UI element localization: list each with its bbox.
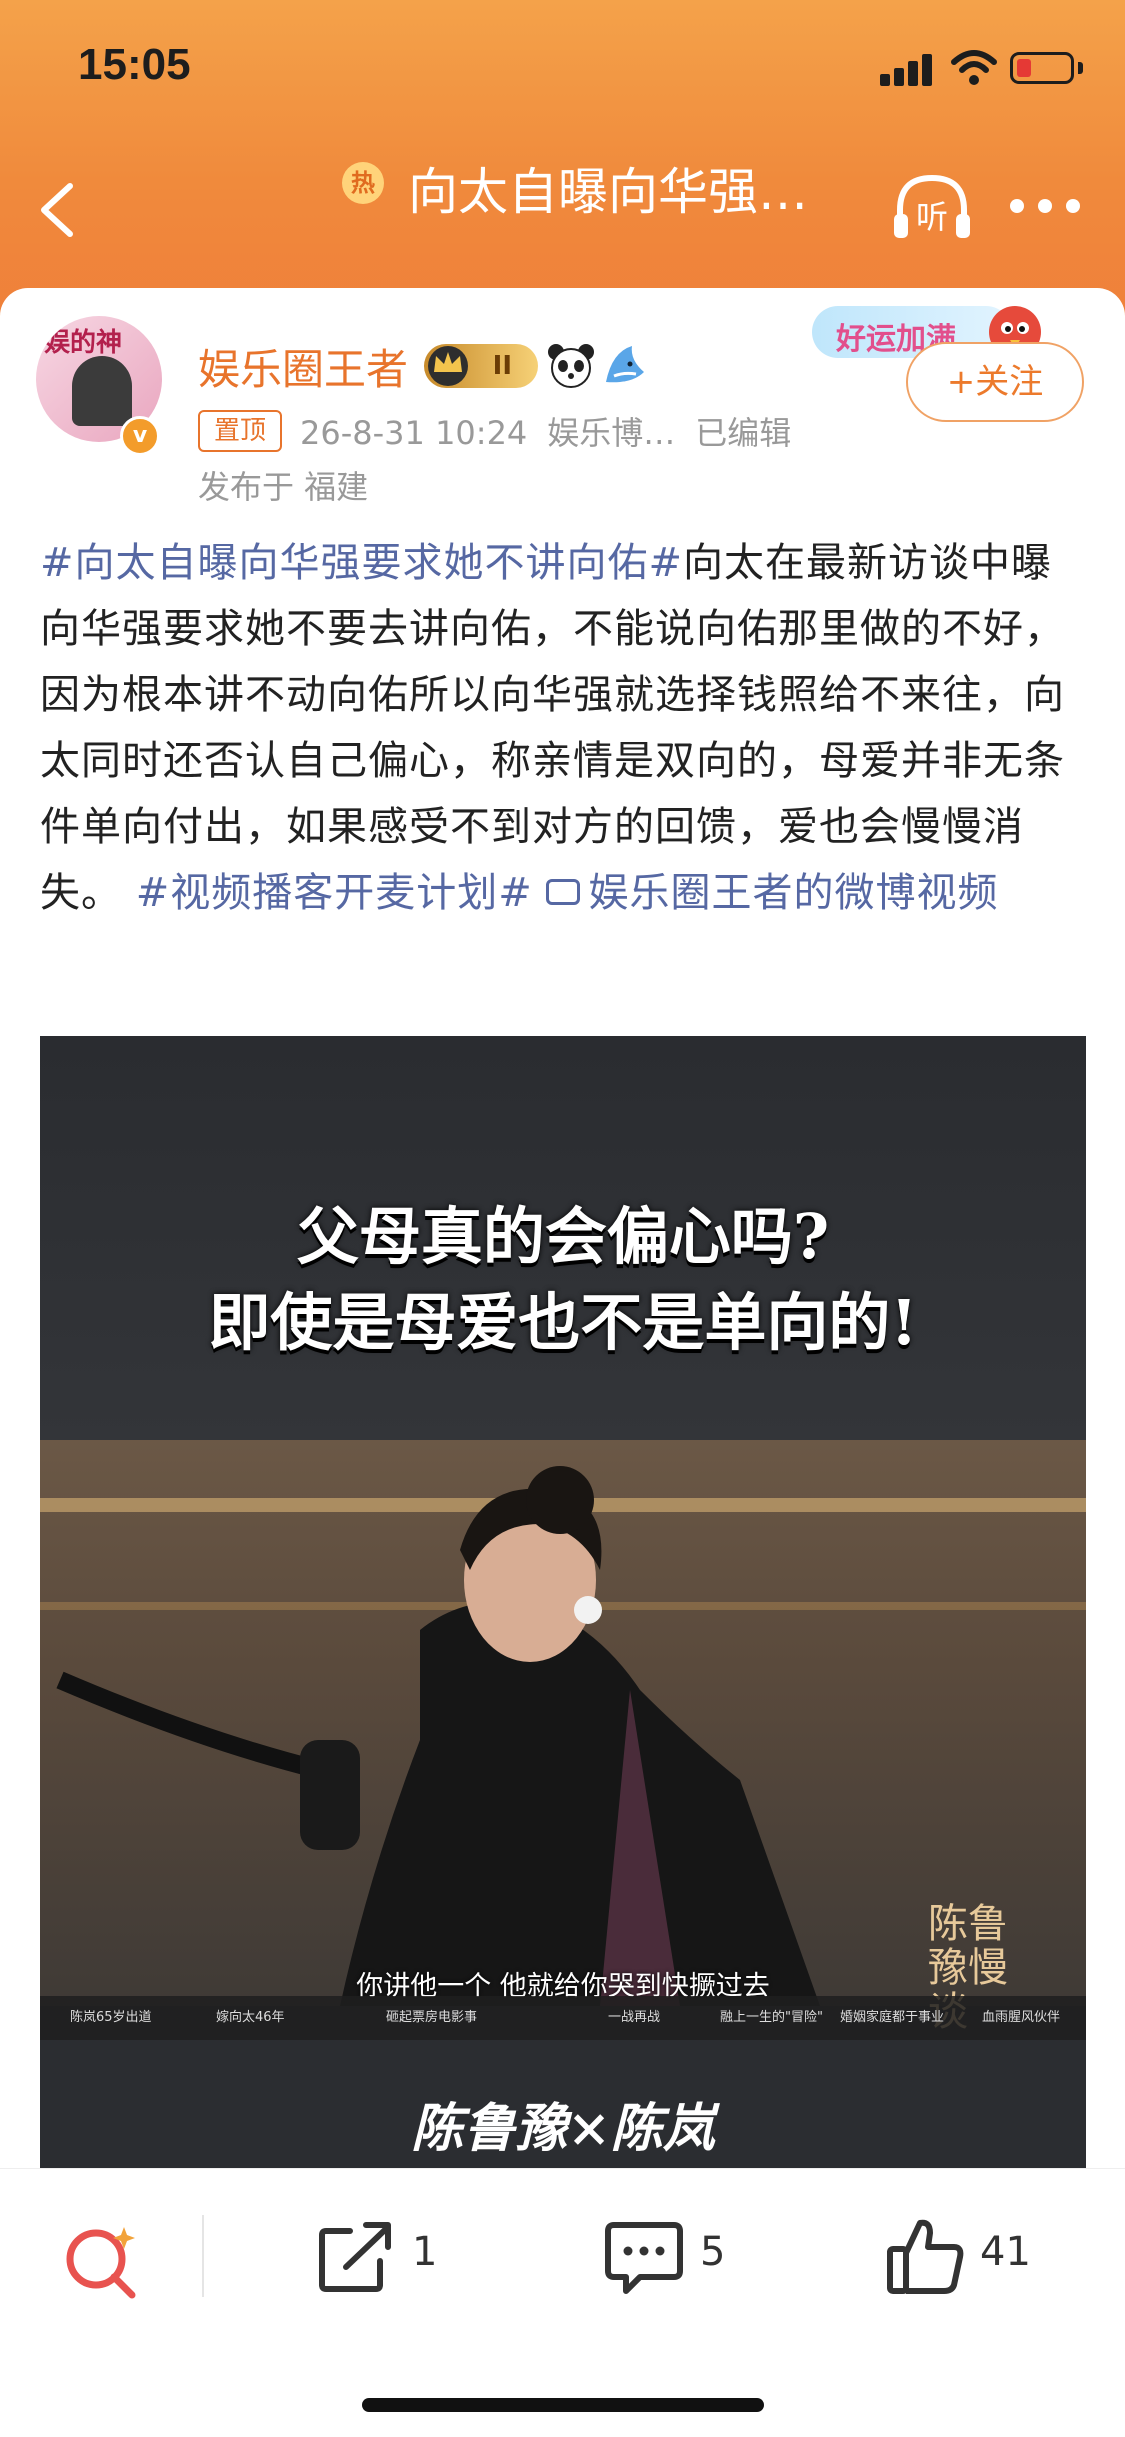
ticker-item: 融上一生的"冒险" <box>720 2010 823 2025</box>
page-title: 向太自曝向华强… <box>408 163 808 216</box>
avatar-text: 娱的神 <box>44 328 123 358</box>
divider <box>202 2215 204 2297</box>
signal-icon <box>880 52 938 86</box>
listen-label: 听 <box>915 198 948 236</box>
repost-count: 1 <box>412 2229 438 2275</box>
ticker-item: 婚姻家庭都于事业 <box>840 2010 945 2025</box>
post-date: 26-8-31 10:24 <box>300 414 528 452</box>
like-count: 41 <box>980 2229 1031 2275</box>
topic-link[interactable]: #向太自曝向华强要求她不讲向佑# <box>40 540 683 586</box>
repost-button[interactable]: 1 <box>316 2215 476 2299</box>
video-ticker: 陈岚65岁出道 嫁向太46年 砸起票房电影事 一战再战 融上一生的"冒险" 婚姻… <box>40 1996 1086 2040</box>
verified-icon: v <box>120 416 160 456</box>
more-icon[interactable] <box>1010 196 1082 218</box>
ticker-item: 陈岚65岁出道 <box>70 2010 152 2025</box>
video-headline-1: 父母真的会偏心吗? <box>296 1200 830 1273</box>
shark-icon <box>606 346 644 383</box>
video-guest-names: 陈鲁豫×陈岚 <box>411 2098 715 2159</box>
topic-link[interactable]: #视频播客开麦计划# <box>136 870 533 916</box>
comment-icon <box>605 2222 683 2294</box>
edited-label[interactable]: 已编辑 <box>695 414 791 452</box>
video-link-label: 娱乐圈王者的微博视频 <box>588 870 999 916</box>
comment-count: 5 <box>700 2229 726 2275</box>
author-name[interactable]: 娱乐圈王者 <box>198 336 408 397</box>
panda-icon <box>548 344 594 388</box>
action-bar: 1 5 41 <box>0 2168 1125 2437</box>
thumbs-up-icon <box>887 2219 964 2294</box>
battery-icon <box>1010 52 1074 84</box>
post-meta: 26-8-31 10:24 娱乐博… 已编辑 <box>300 408 811 454</box>
video-player[interactable]: 父母真的会偏心吗? 即使是母爱也不是单向的! 陈鲁豫慢谈 你讲他一个 他就给你哭… <box>40 1036 1086 2172</box>
comment-button[interactable]: 5 <box>604 2215 764 2299</box>
ticker-item: 一战再战 <box>608 2010 661 2025</box>
status-time: 15:05 <box>78 40 191 89</box>
wifi-icon <box>951 50 997 85</box>
status-bar: 15:05 <box>0 0 1125 130</box>
home-indicator[interactable] <box>362 2398 764 2412</box>
post-text: #向太自曝向华强要求她不讲向佑#向太在最新访谈中曝向华强要求她不要去讲向佑，不能… <box>40 530 1086 926</box>
back-arrow-icon[interactable] <box>30 180 90 240</box>
listen-button[interactable]: 听 <box>890 170 974 246</box>
share-icon <box>319 2222 391 2292</box>
hot-badge: 热 <box>342 162 384 204</box>
ticker-item: 砸起票房电影事 <box>386 2010 478 2025</box>
ticker-item: 嫁向太46年 <box>216 2010 285 2025</box>
post-source[interactable]: 娱乐博… <box>547 414 675 452</box>
avatar-figure <box>72 356 132 426</box>
search-icon[interactable] <box>60 2219 144 2303</box>
battery-cap <box>1078 62 1083 74</box>
post-body: 向太在最新访谈中曝向华强要求她不要去讲向佑，不能说向佑那里做的不好，因为根本讲不… <box>40 540 1065 916</box>
video-icon <box>546 879 581 905</box>
video-link[interactable]: 娱乐圈王者的微博视频 <box>546 870 998 916</box>
video-headline-2: 即使是母爱也不是单向的! <box>208 1286 918 1359</box>
like-button[interactable]: 41 <box>884 2215 1064 2299</box>
post-location: 发布于 福建 <box>198 468 369 506</box>
crown-icon <box>428 346 468 386</box>
ticker-item: 血雨腥风伙伴 <box>982 2010 1061 2025</box>
follow-button[interactable]: +关注 <box>906 342 1084 422</box>
pinned-tag: 置顶 <box>198 410 282 452</box>
